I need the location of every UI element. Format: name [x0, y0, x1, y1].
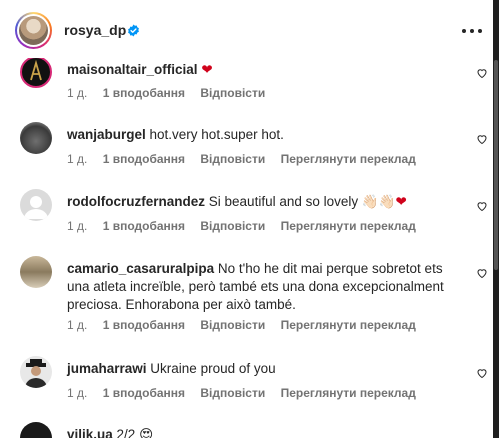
- reply-button[interactable]: Відповісти: [200, 318, 265, 332]
- comment-age[interactable]: 1 д.: [67, 318, 87, 332]
- comment-text: hot.very hot.super hot.: [149, 127, 284, 142]
- like-heart-icon[interactable]: [476, 267, 488, 279]
- comments-panel: rosya_dp maisonaltair_official ❤ 1 д. 1 …: [0, 0, 493, 438]
- comment-text: 2/2 😍: [116, 427, 154, 438]
- commenter-avatar[interactable]: [20, 422, 52, 438]
- comment-age[interactable]: 1 д.: [67, 219, 87, 233]
- commenter-avatar[interactable]: [20, 189, 52, 221]
- post-header: rosya_dp: [0, 0, 493, 58]
- reply-button[interactable]: Відповісти: [200, 86, 265, 100]
- comment-age[interactable]: 1 д.: [67, 86, 87, 100]
- comment-username[interactable]: wanjaburgel: [67, 127, 146, 142]
- comment-text: Ukraine proud of you: [150, 361, 276, 376]
- commenter-avatar[interactable]: [20, 56, 52, 88]
- comment-username[interactable]: jumaharrawi: [67, 361, 147, 376]
- more-options-icon[interactable]: [462, 29, 484, 35]
- comment-text: Si beautiful and so lovely 👋🏻👋🏻: [208, 194, 396, 209]
- see-translation-button[interactable]: Переглянути переклад: [281, 318, 416, 332]
- default-avatar-icon: [24, 196, 48, 219]
- comment-likes[interactable]: 1 вподобання: [103, 386, 185, 400]
- heart-emoji: ❤: [395, 194, 407, 209]
- see-translation-button[interactable]: Переглянути переклад: [281, 152, 416, 166]
- comment-likes[interactable]: 1 вподобання: [103, 219, 185, 233]
- author-username[interactable]: rosya_dp: [64, 22, 126, 38]
- comment-meta: 1 д. 1 вподобання Відповісти Переглянути…: [67, 219, 428, 233]
- like-heart-icon[interactable]: [476, 367, 488, 379]
- comment-likes[interactable]: 1 вподобання: [103, 86, 185, 100]
- comment-username[interactable]: vilik.ua: [67, 427, 113, 438]
- commenter-avatar[interactable]: [20, 256, 52, 288]
- comment-age[interactable]: 1 д.: [67, 386, 87, 400]
- comment-likes[interactable]: 1 вподобання: [103, 152, 185, 166]
- comment-meta: 1 д. 1 вподобання Відповісти Переглянути…: [67, 152, 428, 166]
- verified-badge-icon: [128, 24, 139, 37]
- like-heart-icon[interactable]: [476, 67, 488, 79]
- brand-logo-icon: [30, 59, 42, 81]
- like-heart-icon[interactable]: [476, 200, 488, 212]
- see-translation-button[interactable]: Переглянути переклад: [281, 386, 416, 400]
- scrollbar-thumb[interactable]: [494, 60, 498, 270]
- commenter-avatar[interactable]: [20, 356, 52, 388]
- commenter-avatar[interactable]: [20, 122, 52, 154]
- user-photo-icon: [25, 359, 47, 388]
- comment-meta: 1 д. 1 вподобання Відповісти Переглянути…: [67, 318, 428, 332]
- comment-meta: 1 д. 1 вподобання Відповісти: [67, 86, 277, 100]
- comment-username[interactable]: camario_casaruralpipa: [67, 261, 214, 276]
- comment-likes[interactable]: 1 вподобання: [103, 318, 185, 332]
- author-avatar[interactable]: [15, 12, 52, 49]
- heart-emoji: ❤: [201, 62, 213, 77]
- reply-button[interactable]: Відповісти: [200, 386, 265, 400]
- comment-username[interactable]: rodolfocruzfernandez: [67, 194, 205, 209]
- comment-username[interactable]: maisonaltair_official: [67, 62, 198, 77]
- reply-button[interactable]: Відповісти: [200, 152, 265, 166]
- see-translation-button[interactable]: Переглянути переклад: [281, 219, 416, 233]
- reply-button[interactable]: Відповісти: [200, 219, 265, 233]
- comment-meta: 1 д. 1 вподобання Відповісти Переглянути…: [67, 386, 428, 400]
- comment-age[interactable]: 1 д.: [67, 152, 87, 166]
- like-heart-icon[interactable]: [476, 133, 488, 145]
